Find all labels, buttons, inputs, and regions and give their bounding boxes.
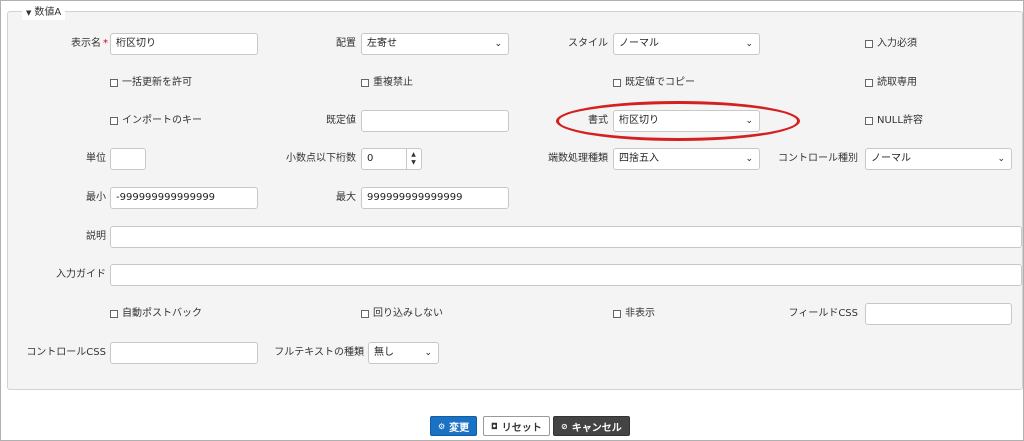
section-legend[interactable]: ▼ 数値A: [22, 6, 66, 20]
required-input-checkbox[interactable]: 入力必須: [865, 33, 917, 55]
control-css-label: コントロールCSS: [26, 347, 106, 358]
reset-button-label: リセット: [501, 422, 542, 434]
control-css-input[interactable]: [110, 342, 258, 364]
import-key-checkbox[interactable]: インポートのキー: [110, 110, 202, 132]
chevron-down-icon: ⌄: [745, 39, 753, 49]
copy-default-checkbox[interactable]: 既定値でコピー: [613, 72, 695, 94]
checkbox-box[interactable]: [110, 79, 118, 87]
default-value-label: 既定値: [326, 115, 356, 126]
checkbox-box[interactable]: [110, 310, 118, 318]
gear-icon: ⚙: [438, 421, 446, 431]
cancel-icon: ⊘: [561, 421, 568, 431]
default-value-input[interactable]: [361, 110, 509, 132]
decimal-places-label: 小数点以下桁数: [286, 153, 356, 164]
auto-postback-checkbox[interactable]: 自動ポストバック: [110, 303, 202, 325]
null-allowed-checkbox[interactable]: NULL許容: [865, 110, 923, 132]
fulltext-type-select-value: 無し: [374, 347, 394, 358]
display-name-input[interactable]: 桁区切り: [110, 33, 258, 55]
required-mark: *: [103, 38, 108, 49]
chevron-down-icon: ⌄: [424, 348, 432, 358]
checkbox-box[interactable]: [865, 117, 873, 125]
rounding-select[interactable]: 四捨五入 ⌄: [613, 148, 760, 170]
rounding-label: 端数処理種類: [548, 153, 608, 164]
style-select[interactable]: ノーマル ⌄: [613, 33, 760, 55]
field-css-label: フィールドCSS: [788, 308, 858, 319]
checkbox-box[interactable]: [361, 310, 369, 318]
copy-default-label: 既定値でコピー: [625, 77, 695, 88]
null-allowed-label: NULL許容: [877, 115, 923, 126]
number-spinner[interactable]: ▲ ▼: [406, 149, 420, 169]
fulltext-type-select[interactable]: 無し ⌄: [368, 342, 439, 364]
hidden-checkbox[interactable]: 非表示: [613, 303, 655, 325]
auto-postback-label: 自動ポストバック: [122, 308, 202, 319]
fulltext-type-label: フルテキストの種類: [274, 347, 364, 358]
checkbox-box[interactable]: [865, 79, 873, 87]
import-key-label: インポートのキー: [122, 115, 202, 126]
max-label: 最大: [336, 192, 356, 203]
description-label: 説明: [86, 231, 106, 242]
layout-label: 配置: [336, 38, 356, 49]
highlight-ellipse: [556, 101, 800, 141]
change-button[interactable]: ⚙ 変更: [430, 416, 478, 436]
min-input[interactable]: -999999999999999: [110, 187, 258, 209]
description-input[interactable]: [110, 226, 1022, 248]
section-title: 数値A: [34, 7, 62, 18]
required-input-label: 入力必須: [877, 38, 917, 49]
bulk-update-label: 一括更新を許可: [122, 77, 192, 88]
bulk-update-checkbox[interactable]: 一括更新を許可: [110, 72, 192, 94]
checkbox-box[interactable]: [613, 310, 621, 318]
no-duplicate-label: 重複禁止: [373, 77, 413, 88]
display-name-label: 表示名 *: [71, 38, 108, 49]
layout-select-value: 左寄せ: [367, 38, 397, 49]
min-label: 最小: [86, 192, 106, 203]
spin-up-icon[interactable]: ▲: [411, 151, 416, 159]
max-input[interactable]: 999999999999999: [361, 187, 509, 209]
decimal-places-input[interactable]: 0 ▲ ▼: [361, 148, 422, 170]
input-guide-input[interactable]: [110, 264, 1022, 286]
reset-icon: ◘: [491, 421, 498, 431]
checkbox-box[interactable]: [613, 79, 621, 87]
checkbox-box[interactable]: [361, 79, 369, 87]
spin-down-icon[interactable]: ▼: [411, 159, 416, 167]
cancel-button-label: キャンセル: [571, 422, 622, 434]
decimal-places-value: 0: [367, 153, 374, 164]
chevron-down-icon: ⌄: [745, 154, 753, 164]
style-select-value: ノーマル: [619, 38, 659, 49]
readonly-label: 読取専用: [877, 77, 917, 88]
input-guide-label: 入力ガイド: [56, 269, 106, 280]
no-wrap-label: 回り込みしない: [373, 308, 443, 319]
hidden-label: 非表示: [625, 308, 655, 319]
control-type-label: コントロール種別: [778, 153, 858, 164]
style-label: スタイル: [568, 38, 608, 49]
collapse-caret-icon[interactable]: ▼: [26, 6, 31, 20]
checkbox-box[interactable]: [865, 40, 873, 48]
unit-label: 単位: [86, 153, 106, 164]
readonly-checkbox[interactable]: 読取専用: [865, 72, 917, 94]
control-type-select-value: ノーマル: [871, 153, 911, 164]
control-type-select[interactable]: ノーマル ⌄: [865, 148, 1012, 170]
unit-input[interactable]: [110, 148, 146, 170]
no-duplicate-checkbox[interactable]: 重複禁止: [361, 72, 413, 94]
cancel-button[interactable]: ⊘ キャンセル: [553, 416, 630, 436]
rounding-select-value: 四捨五入: [619, 153, 659, 164]
change-button-label: 変更: [449, 422, 470, 434]
no-wrap-checkbox[interactable]: 回り込みしない: [361, 303, 443, 325]
field-css-input[interactable]: [865, 303, 1012, 325]
reset-button[interactable]: ◘ リセット: [483, 416, 550, 436]
checkbox-box[interactable]: [110, 117, 118, 125]
chevron-down-icon: ⌄: [997, 154, 1005, 164]
chevron-down-icon: ⌄: [494, 39, 502, 49]
layout-select[interactable]: 左寄せ ⌄: [361, 33, 509, 55]
